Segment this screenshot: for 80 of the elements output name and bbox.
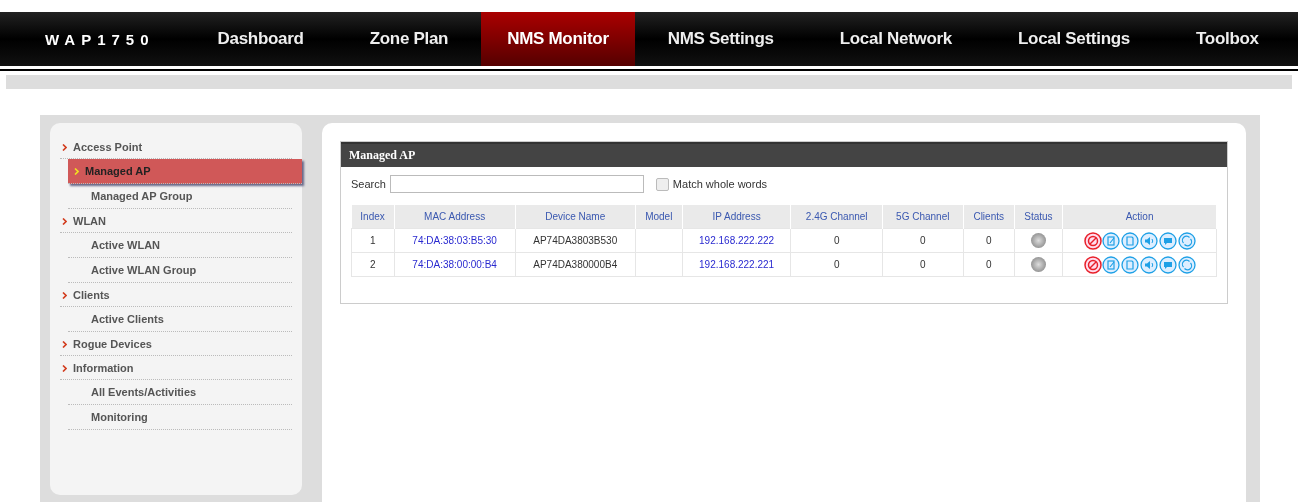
sidebar-item[interactable]: Active WLAN Group xyxy=(68,258,292,283)
sidebar-section-label: WLAN xyxy=(73,215,106,227)
sidebar-item-label: Managed AP Group xyxy=(91,190,193,202)
sidebar-section-label: Rogue Devices xyxy=(73,338,152,350)
sidebar-section-label: Information xyxy=(73,362,134,374)
sidebar-section-label: Access Point xyxy=(73,141,143,153)
chevron-icon xyxy=(62,143,67,151)
nav-tab[interactable]: Zone Plan xyxy=(336,12,482,66)
table-cell: 0 xyxy=(790,252,883,277)
table-cell: 0 xyxy=(882,252,964,277)
chevron-icon xyxy=(62,291,67,299)
card-title: Managed AP xyxy=(341,142,1227,167)
refresh-icon[interactable] xyxy=(1177,255,1196,274)
table-cell: AP74DA380000B4 xyxy=(515,252,636,277)
sidebar-item[interactable]: Active Clients xyxy=(68,307,292,332)
speaker-icon[interactable] xyxy=(1139,255,1158,274)
sidebar-item-label: Monitoring xyxy=(91,411,148,423)
nav-tab[interactable]: NMS Settings xyxy=(634,12,807,66)
nav-tab[interactable]: Toolbox xyxy=(1162,12,1292,66)
document-icon[interactable] xyxy=(1121,231,1140,250)
sidebar-item-label: Active WLAN Group xyxy=(91,264,197,276)
chevron-icon xyxy=(74,167,79,175)
sidebar-item[interactable]: Monitoring xyxy=(68,405,292,430)
edit-icon[interactable] xyxy=(1102,255,1121,274)
speaker-icon[interactable] xyxy=(1139,231,1158,250)
sidebar-item-label: Active WLAN xyxy=(91,239,161,251)
chat-icon[interactable] xyxy=(1158,231,1177,250)
ip-link[interactable]: 192.168.222.221 xyxy=(682,252,791,277)
nav-tab[interactable]: Local Settings xyxy=(984,12,1163,66)
sidebar-section[interactable]: Rogue Devices xyxy=(60,334,292,356)
nav-tab[interactable]: Dashboard xyxy=(184,12,337,66)
column-header: IP Address xyxy=(682,205,791,229)
brand-logo: WAP1750 xyxy=(44,29,156,50)
column-header: Index xyxy=(351,205,395,229)
table-cell: 0 xyxy=(963,252,1015,277)
sidebar-item-label: All Events/Activities xyxy=(91,386,197,398)
chat-icon[interactable] xyxy=(1158,255,1177,274)
table-cell: AP74DA3803B530 xyxy=(515,228,636,253)
table-cell: 0 xyxy=(882,228,964,253)
block-icon[interactable] xyxy=(1083,231,1102,250)
sidebar-section-label: Clients xyxy=(73,289,110,301)
column-header: MAC Address xyxy=(394,205,516,229)
chevron-icon xyxy=(62,364,67,372)
status-indicator-icon xyxy=(1030,233,1046,248)
sidebar-item-label: Managed AP xyxy=(85,165,151,177)
block-icon[interactable] xyxy=(1083,255,1102,274)
column-header: 2.4G Channel xyxy=(790,205,883,229)
search-field[interactable] xyxy=(389,175,644,193)
checkbox[interactable] xyxy=(655,177,669,191)
search-label: Search xyxy=(351,178,386,190)
column-header: Model xyxy=(635,205,683,229)
refresh-icon[interactable] xyxy=(1177,231,1196,250)
column-header: Clients xyxy=(963,205,1015,229)
chevron-icon xyxy=(62,340,67,348)
sidebar-item[interactable]: Managed AP Group xyxy=(68,184,292,209)
table-cell: 0 xyxy=(790,228,883,253)
sidebar-section[interactable]: Clients xyxy=(60,285,292,307)
ip-link[interactable]: 192.168.222.222 xyxy=(682,228,791,253)
column-header: Status xyxy=(1014,205,1063,229)
sidebar-item-label: Active Clients xyxy=(91,313,164,325)
document-icon[interactable] xyxy=(1121,255,1140,274)
nav-tab[interactable]: NMS Monitor xyxy=(481,12,635,66)
sidebar-section[interactable]: Information xyxy=(60,358,292,380)
checkbox-label: Match whole words xyxy=(672,178,767,190)
nav-tab[interactable]: Local Network xyxy=(806,12,985,66)
mac-link[interactable]: 74:DA:38:00:00:B4 xyxy=(394,252,516,277)
column-header: Device Name xyxy=(515,205,636,229)
sidebar-item[interactable]: All Events/Activities xyxy=(68,380,292,405)
table-cell: 1 xyxy=(351,228,395,253)
column-header: Action xyxy=(1062,205,1217,229)
mac-link[interactable]: 74:DA:38:03:B5:30 xyxy=(394,228,516,253)
status-indicator-icon xyxy=(1030,257,1046,272)
table-cell: 2 xyxy=(351,252,395,277)
sidebar-item[interactable]: Managed AP xyxy=(68,159,302,184)
table-cell: 0 xyxy=(963,228,1015,253)
column-header: 5G Channel xyxy=(882,205,964,229)
chevron-icon xyxy=(62,217,67,225)
sidebar-section[interactable]: WLAN xyxy=(60,211,292,233)
edit-icon[interactable] xyxy=(1102,231,1121,250)
sidebar-item[interactable]: Active WLAN xyxy=(68,233,292,258)
